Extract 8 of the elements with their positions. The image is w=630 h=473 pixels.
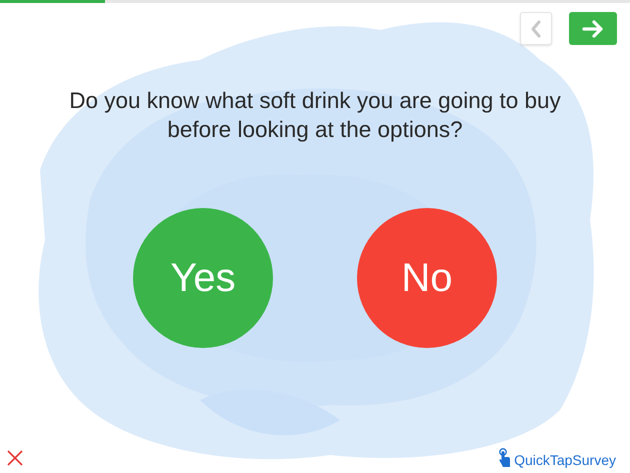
- close-button[interactable]: [7, 450, 23, 466]
- tap-hand-icon: [499, 448, 512, 468]
- arrow-right-icon: [582, 20, 604, 38]
- brand-name: QuickTapSurvey: [514, 452, 616, 468]
- close-icon: [7, 450, 23, 466]
- question-text: Do you know what soft drink you are going to buy before looking at the options?: [68, 87, 562, 144]
- next-button[interactable]: [569, 12, 617, 45]
- chevron-left-icon: [530, 20, 542, 38]
